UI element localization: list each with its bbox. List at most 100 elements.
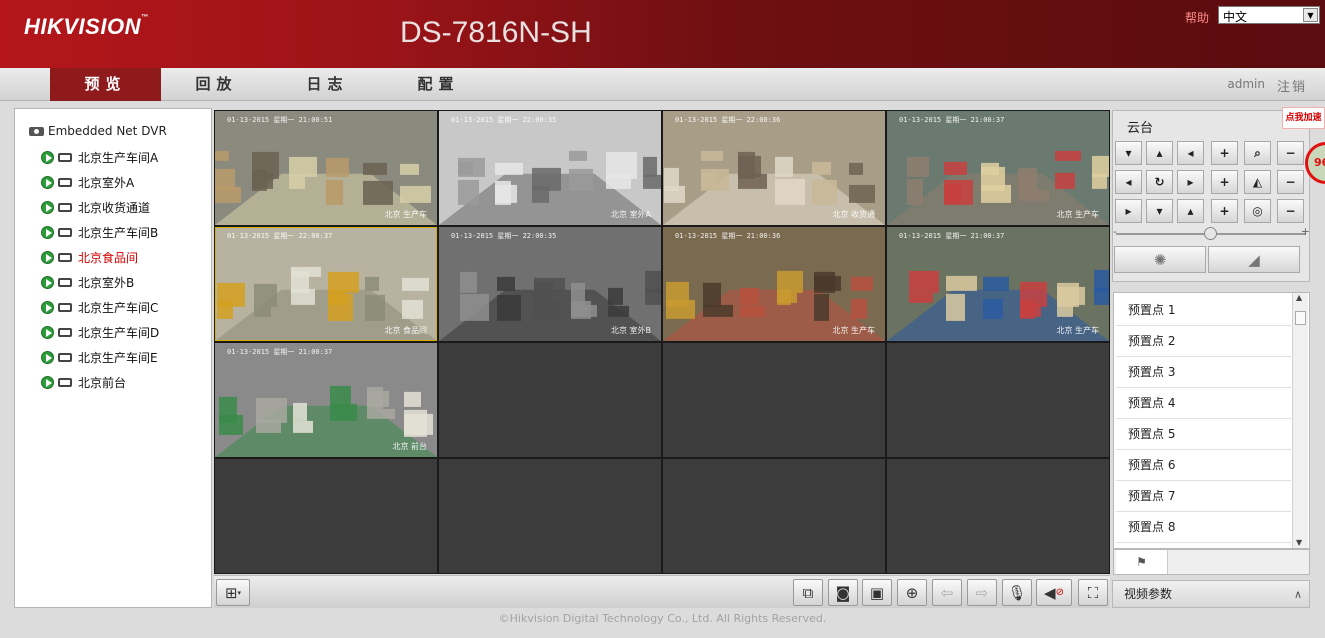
play-icon[interactable] <box>41 300 54 314</box>
iris-in-icon[interactable]: + <box>1211 199 1238 223</box>
record-icon[interactable]: ▣ <box>862 579 892 606</box>
video-feed[interactable]: 01-13-2015 星期一 21:00:36 北京 生产车 <box>663 227 885 341</box>
tree-camera-item[interactable]: 北京前台 <box>41 372 126 392</box>
wiper-icon[interactable]: ◢ <box>1208 246 1300 273</box>
camera-icon <box>58 252 72 262</box>
ptz-downright-icon[interactable]: ▴ <box>1177 199 1204 223</box>
video-empty-slot[interactable] <box>663 343 885 457</box>
video-timestamp: 01-13-2015 星期一 21:00:51 <box>227 116 333 124</box>
focus-mode-icon[interactable]: ◭ <box>1244 170 1271 194</box>
iris-mode-icon[interactable]: ◎ <box>1244 199 1271 223</box>
slider-knob[interactable] <box>1204 227 1217 240</box>
play-icon[interactable] <box>41 175 54 189</box>
tree-camera-item[interactable]: 北京生产车间E <box>41 347 158 367</box>
preset-item[interactable]: 预置点 8 <box>1116 512 1291 543</box>
ptz-speed-slider[interactable]: - + <box>1113 225 1310 240</box>
device-model: DS-7816N-SH <box>400 16 592 49</box>
tab-config[interactable]: 配置 <box>383 68 494 101</box>
audio-mute-icon[interactable]: ◀ ⊘ <box>1036 579 1072 606</box>
fullscreen-icon[interactable]: ⛶ <box>1078 579 1108 606</box>
video-empty-slot[interactable] <box>887 343 1109 457</box>
video-feed[interactable]: 01-13-2015 星期一 21:00:37 北京 生产车 <box>887 227 1109 341</box>
video-feed[interactable]: 01-13-2015 星期一 21:00:37 北京 生产车 <box>887 111 1109 225</box>
tab-playback[interactable]: 回放 <box>161 68 272 101</box>
tree-camera-item[interactable]: 北京生产车间D <box>41 322 159 342</box>
preset-scrollbar[interactable]: ▲ ▼ <box>1292 293 1308 548</box>
video-feed[interactable]: 01-13-2015 星期一 22:00:37 北京 食品间 <box>215 227 437 341</box>
focus-in-icon[interactable]: + <box>1211 170 1238 194</box>
ptz-right-icon[interactable]: ▸ <box>1177 170 1204 194</box>
video-feed[interactable]: 01-13-2015 星期一 21:00:51 北京 生产车 <box>215 111 437 225</box>
tree-camera-item[interactable]: 北京食品间 <box>41 247 138 267</box>
tree-camera-item[interactable]: 北京生产车间B <box>41 222 158 242</box>
play-icon[interactable] <box>41 350 54 364</box>
camera-tree: Embedded Net DVR 北京生产车间A 北京室外A 北京收货通道 北京生产车… <box>14 108 212 608</box>
capture-icon[interactable]: ◙ <box>828 579 858 606</box>
camera-icon <box>58 177 72 187</box>
video-feed[interactable]: 01-13-2015 星期一 22:00:35 北京 室外B <box>439 227 661 341</box>
video-timestamp: 01-13-2015 星期一 21:00:37 <box>227 348 333 356</box>
tree-camera-item[interactable]: 北京收货通道 <box>41 197 150 217</box>
zoom-out-icon[interactable]: − <box>1277 141 1304 165</box>
play-icon[interactable] <box>41 375 54 389</box>
prev-page-icon[interactable]: ⇦ <box>932 579 962 606</box>
microphone-icon[interactable]: 🎙 <box>1002 579 1032 606</box>
camera-icon <box>58 227 72 237</box>
zoom-mode-icon[interactable]: ⌕ <box>1244 141 1271 165</box>
tab-log[interactable]: 日志 <box>272 68 383 101</box>
video-empty-slot[interactable] <box>887 459 1109 573</box>
video-feed[interactable]: 01-13-2015 星期一 22:00:36 北京 收货通 <box>663 111 885 225</box>
tree-root[interactable]: Embedded Net DVR <box>29 124 167 138</box>
video-empty-slot[interactable] <box>439 459 661 573</box>
video-params-panel[interactable]: 视频参数 ∧ <box>1112 580 1310 608</box>
light-icon[interactable]: ✺ <box>1114 246 1206 273</box>
play-icon[interactable] <box>41 325 54 339</box>
focus-out-icon[interactable]: − <box>1277 170 1304 194</box>
layout-select-icon[interactable]: ⊞ ▾ <box>216 579 250 606</box>
play-icon[interactable] <box>41 225 54 239</box>
video-timestamp: 01-13-2015 星期一 21:00:37 <box>899 116 1005 124</box>
help-link[interactable]: 帮助 <box>1185 9 1209 26</box>
preset-item[interactable]: 预置点 5 <box>1116 419 1291 450</box>
preset-item[interactable]: 预置点 2 <box>1116 326 1291 357</box>
ptz-upleft-icon[interactable]: ▾ <box>1115 141 1142 165</box>
video-channel-name: 北京 室外B <box>610 326 651 335</box>
next-page-icon[interactable]: ⇨ <box>967 579 997 606</box>
video-feed[interactable]: 01-13-2015 星期一 22:00:35 北京 室外A <box>439 111 661 225</box>
tree-camera-item[interactable]: 北京室外A <box>41 172 134 192</box>
ptz-down-icon[interactable]: ▾ <box>1146 199 1173 223</box>
ptz-downleft-icon[interactable]: ▸ <box>1115 199 1142 223</box>
ptz-left-icon[interactable]: ◂ <box>1115 170 1142 194</box>
video-empty-slot[interactable] <box>663 459 885 573</box>
tree-camera-item[interactable]: 北京室外B <box>41 272 134 292</box>
speedup-badge[interactable]: 点我加速 <box>1282 107 1325 129</box>
ptz-up-icon[interactable]: ▴ <box>1146 141 1173 165</box>
ptz-upright-icon[interactable]: ◂ <box>1177 141 1204 165</box>
preset-item[interactable]: 预置点 1 <box>1116 295 1291 326</box>
video-feed[interactable]: 01-13-2015 星期一 21:00:37 北京 前台 <box>215 343 437 457</box>
play-icon[interactable] <box>41 200 54 214</box>
video-empty-slot[interactable] <box>215 459 437 573</box>
preset-flag-icon[interactable]: ⚑ <box>1116 550 1168 574</box>
zoom-in-icon[interactable]: + <box>1211 141 1238 165</box>
tab-preview[interactable]: 预览 <box>50 68 161 101</box>
play-icon[interactable] <box>41 250 54 264</box>
preset-item[interactable]: 预置点 4 <box>1116 388 1291 419</box>
preset-item[interactable]: 预置点 3 <box>1116 357 1291 388</box>
logout-link[interactable]: 注销 <box>1277 76 1307 95</box>
video-empty-slot[interactable] <box>439 343 661 457</box>
ptz-auto-icon[interactable]: ↻ <box>1146 170 1173 194</box>
copyright: ©Hikvision Digital Technology Co., Ltd. … <box>498 612 827 625</box>
preset-item[interactable]: 预置点 7 <box>1116 481 1291 512</box>
tree-camera-item[interactable]: 北京生产车间A <box>41 147 158 167</box>
language-select[interactable]: 中文 ▼ <box>1218 6 1320 24</box>
play-icon[interactable] <box>41 275 54 289</box>
preset-item[interactable]: 预置点 6 <box>1116 450 1291 481</box>
zoom-icon[interactable]: ⊕ <box>897 579 927 606</box>
play-icon[interactable] <box>41 150 54 164</box>
iris-out-icon[interactable]: − <box>1277 199 1304 223</box>
video-toolbar: ⊞ ▾ ⧉ ◙ ▣ ⊕ ⇦ ⇨ 🎙 ◀ ⊘ ⛶ <box>214 575 1110 608</box>
tree-camera-item[interactable]: 北京生产车间C <box>41 297 158 317</box>
ptz-title: 云台 <box>1127 121 1154 136</box>
stop-all-icon[interactable]: ⧉ <box>793 579 823 606</box>
